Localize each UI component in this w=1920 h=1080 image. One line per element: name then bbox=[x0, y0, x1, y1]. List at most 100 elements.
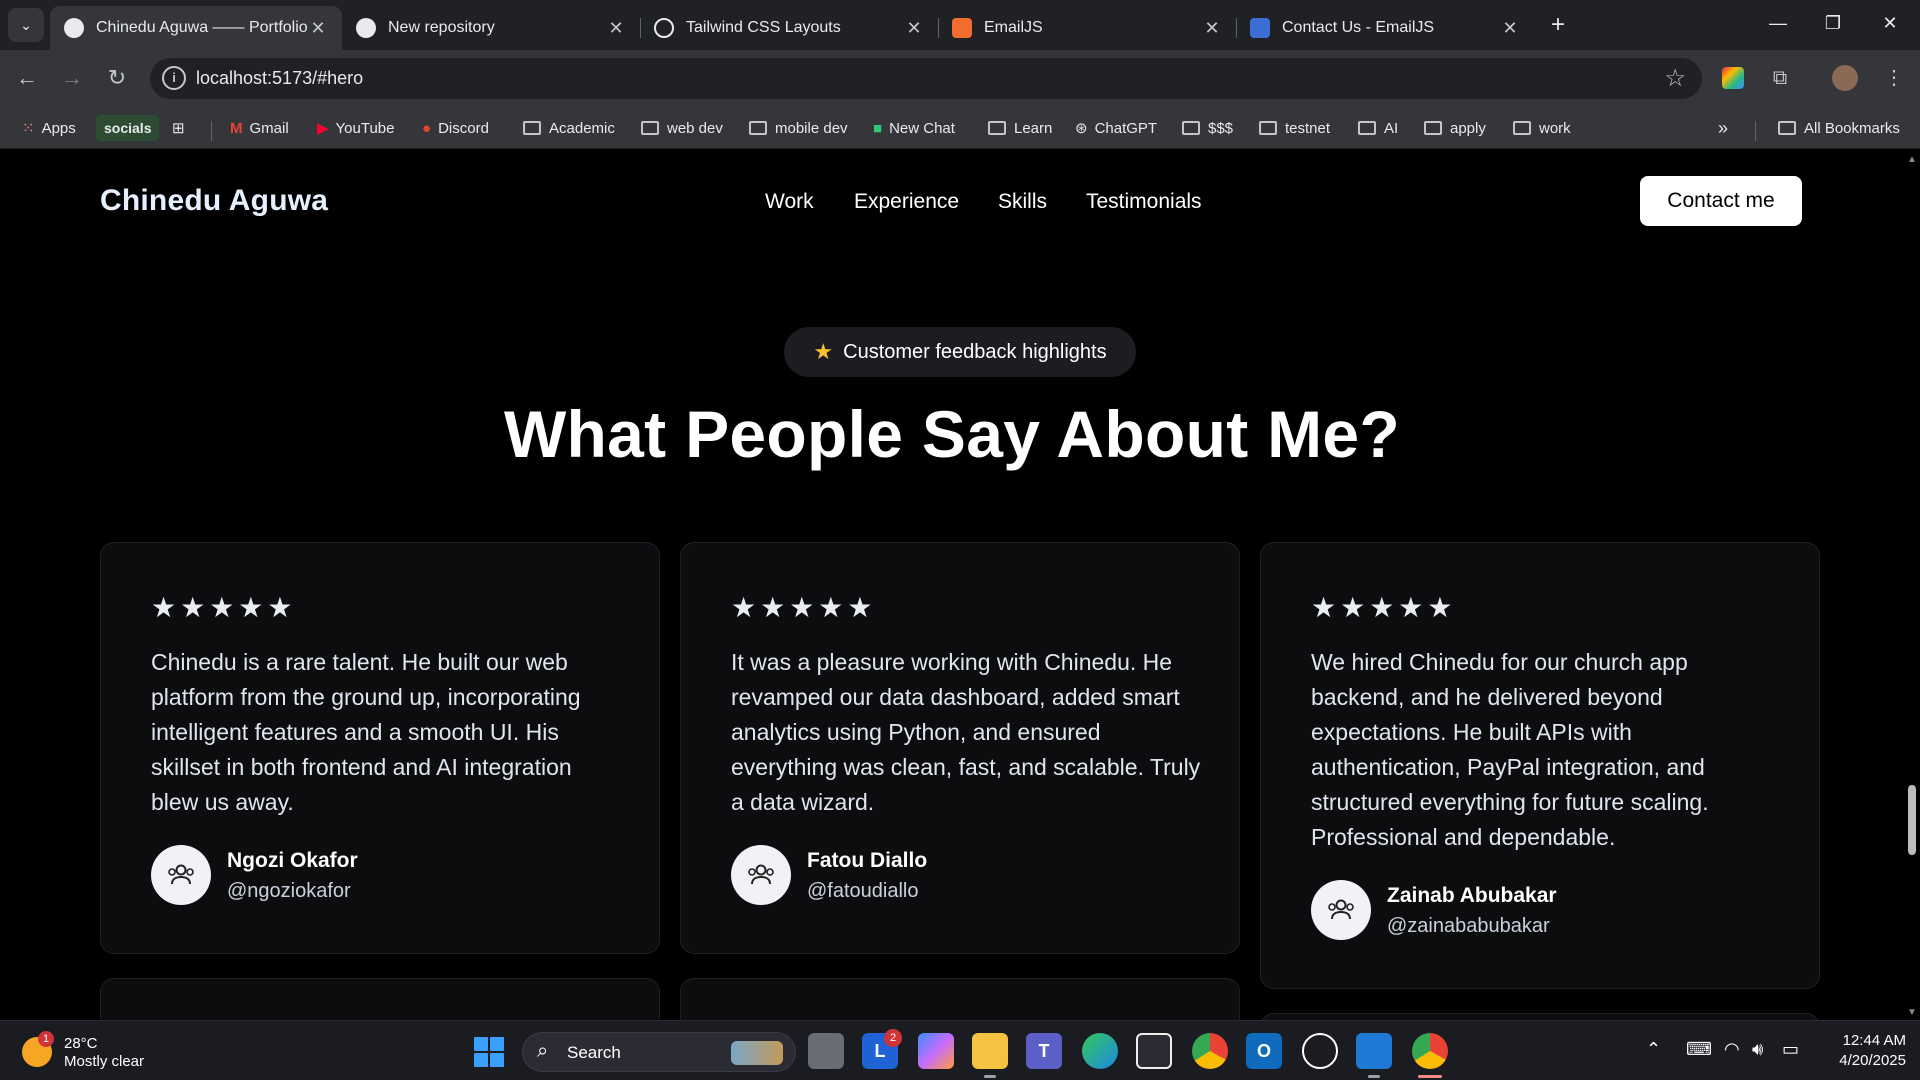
bookmark-testnet[interactable]: testnet bbox=[1259, 115, 1330, 141]
tab-contact-emailjs[interactable]: Contact Us - EmailJS ✕ bbox=[1236, 6, 1534, 50]
task-view-icon[interactable] bbox=[808, 1033, 844, 1069]
reload-button[interactable]: ↻ bbox=[102, 63, 132, 93]
close-window-button[interactable]: ✕ bbox=[1870, 8, 1910, 38]
menu-kebab-icon[interactable]: ⋮ bbox=[1880, 64, 1908, 92]
file-explorer-icon[interactable] bbox=[972, 1033, 1008, 1069]
github-icon bbox=[356, 18, 376, 38]
volume-icon[interactable]: 🔊︎ bbox=[1752, 1039, 1763, 1060]
start-button[interactable] bbox=[474, 1037, 504, 1067]
scroll-thumb[interactable] bbox=[1908, 785, 1916, 855]
vscode-icon[interactable] bbox=[1356, 1033, 1392, 1069]
store-icon[interactable] bbox=[1136, 1033, 1172, 1069]
close-icon[interactable]: ✕ bbox=[308, 18, 328, 39]
folder-icon bbox=[1778, 121, 1796, 135]
weather-temp: 28°C bbox=[64, 1035, 98, 1052]
new-tab-button[interactable]: + bbox=[1543, 10, 1573, 40]
tray-overflow-icon[interactable]: ⌃ bbox=[1646, 1039, 1661, 1060]
chrome-icon[interactable] bbox=[1192, 1033, 1228, 1069]
scroll-up-arrow[interactable]: ▲ bbox=[1907, 154, 1917, 165]
badge-label: Customer feedback highlights bbox=[843, 340, 1107, 363]
youtube-icon: ▶ bbox=[317, 120, 329, 137]
folder-icon bbox=[1513, 121, 1531, 135]
site-brand[interactable]: Chinedu Aguwa bbox=[100, 184, 328, 218]
tab-search-dropdown[interactable]: ⌄ bbox=[8, 8, 44, 42]
bookmark-learn[interactable]: Learn bbox=[988, 115, 1052, 141]
address-bar[interactable]: i localhost:5173/#hero ☆ bbox=[150, 58, 1702, 99]
bookmark-apply[interactable]: apply bbox=[1424, 115, 1486, 141]
bookmark-chatgpt[interactable]: ⊛ ChatGPT bbox=[1075, 115, 1157, 141]
folder-icon bbox=[749, 121, 767, 135]
nav-link-skills[interactable]: Skills bbox=[998, 190, 1047, 214]
bookmark-apps[interactable]: ⁙ Apps bbox=[22, 115, 76, 141]
more-bookmarks-icon[interactable]: » bbox=[1718, 115, 1728, 141]
rating-stars: ★★★★★ bbox=[1311, 592, 1457, 623]
tab-groups-icon[interactable]: ⊞ bbox=[172, 115, 185, 141]
scroll-down-arrow[interactable]: ▼ bbox=[1907, 1007, 1917, 1018]
bookmark-money[interactable]: $$$ bbox=[1182, 115, 1233, 141]
bookmark-academic[interactable]: Academic bbox=[523, 115, 615, 141]
emailjs-icon bbox=[952, 18, 972, 38]
bookmark-youtube[interactable]: ▶ YouTube bbox=[317, 115, 395, 141]
taskbar-search[interactable]: ⌕ Search bbox=[522, 1032, 796, 1072]
reviewer-name: Zainab Abubakar bbox=[1387, 884, 1557, 907]
nav-link-work[interactable]: Work bbox=[765, 190, 814, 214]
folder-icon bbox=[988, 121, 1006, 135]
folder-icon bbox=[523, 121, 541, 135]
profile-avatar[interactable] bbox=[1832, 65, 1858, 91]
bookmark-discord[interactable]: ● Discord bbox=[422, 115, 489, 141]
bookmark-new-chat[interactable]: ■ New Chat bbox=[873, 115, 955, 141]
nav-link-experience[interactable]: Experience bbox=[854, 190, 959, 214]
users-icon bbox=[168, 864, 194, 885]
bookmark-star-icon[interactable]: ☆ bbox=[1664, 64, 1686, 93]
tab-new-repository[interactable]: New repository ✕ bbox=[342, 6, 640, 50]
tab-tailwind[interactable]: Tailwind CSS Layouts ✕ bbox=[640, 6, 938, 50]
restore-button[interactable]: ❐ bbox=[1813, 8, 1853, 38]
copilot-icon[interactable] bbox=[918, 1033, 954, 1069]
bookmark-gmail[interactable]: M Gmail bbox=[230, 115, 289, 141]
reviewer-handle: @zainababubakar bbox=[1387, 915, 1550, 937]
testimonial-card-partial bbox=[1260, 1013, 1820, 1020]
forward-button[interactable]: → bbox=[57, 63, 87, 93]
site-info-icon[interactable]: i bbox=[162, 66, 186, 90]
bookmark-web-dev[interactable]: web dev bbox=[641, 115, 723, 141]
bookmark-all-bookmarks[interactable]: All Bookmarks bbox=[1778, 115, 1900, 141]
minimize-button[interactable]: — bbox=[1758, 8, 1798, 38]
extension-color-icon[interactable] bbox=[1722, 67, 1744, 89]
chrome-profile-icon[interactable] bbox=[1412, 1033, 1448, 1069]
close-icon[interactable]: ✕ bbox=[606, 18, 626, 39]
taskbar-clock[interactable]: 12:44 AM 4/20/2025 bbox=[1806, 1031, 1906, 1071]
feedback-badge: ★ Customer feedback highlights bbox=[784, 327, 1136, 377]
contact-me-button[interactable]: Contact me bbox=[1640, 176, 1802, 226]
nav-link-testimonials[interactable]: Testimonials bbox=[1086, 190, 1202, 214]
folder-icon bbox=[1424, 121, 1442, 135]
bookmarks-bar: ⁙ Apps socials ⊞ M Gmail ▶ YouTube ● Dis… bbox=[0, 107, 1920, 149]
rating-stars: ★★★★★ bbox=[151, 592, 297, 623]
bookmark-ai[interactable]: AI bbox=[1358, 115, 1398, 141]
bookmark-mobile-dev[interactable]: mobile dev bbox=[749, 115, 848, 141]
reviewer-handle: @fatoudiallo bbox=[807, 880, 919, 902]
windows-taskbar: 1 28°C Mostly clear ⌕ Search L 2 T O ⌃ ⌨… bbox=[0, 1020, 1920, 1080]
weather-widget[interactable]: 1 28°C Mostly clear bbox=[22, 1031, 152, 1073]
keyboard-icon[interactable]: ⌨ bbox=[1686, 1039, 1712, 1060]
testimonial-card: ★★★★★ We hired Chinedu for our church ap… bbox=[1260, 542, 1820, 989]
chatgpt-icon[interactable] bbox=[1302, 1033, 1338, 1069]
avatar bbox=[1311, 880, 1371, 940]
reviewer-name: Fatou Diallo bbox=[807, 849, 928, 872]
teams-icon[interactable]: T bbox=[1026, 1033, 1062, 1069]
gmail-icon: M bbox=[230, 119, 243, 137]
close-icon[interactable]: ✕ bbox=[904, 18, 924, 39]
tab-emailjs[interactable]: EmailJS ✕ bbox=[938, 6, 1236, 50]
battery-icon[interactable]: ▭ bbox=[1782, 1039, 1799, 1060]
tab-portfolio[interactable]: Chinedu Aguwa —— Portfolio ✕ bbox=[50, 6, 342, 50]
testimonial-card: ★★★★★ Chinedu is a rare talent. He built… bbox=[100, 542, 660, 954]
extensions-puzzle-icon[interactable]: ⧉ bbox=[1766, 64, 1794, 92]
close-icon[interactable]: ✕ bbox=[1500, 18, 1520, 39]
close-icon[interactable]: ✕ bbox=[1202, 18, 1222, 39]
outlook-icon[interactable]: O bbox=[1246, 1033, 1282, 1069]
back-button[interactable]: ← bbox=[12, 63, 42, 93]
page-scrollbar[interactable]: ▲ ▼ bbox=[1904, 150, 1920, 1020]
bookmark-work[interactable]: work bbox=[1513, 115, 1571, 141]
bookmark-socials[interactable]: socials bbox=[96, 115, 160, 141]
edge-icon[interactable] bbox=[1082, 1033, 1118, 1069]
wifi-icon[interactable]: ◠ bbox=[1724, 1039, 1740, 1060]
